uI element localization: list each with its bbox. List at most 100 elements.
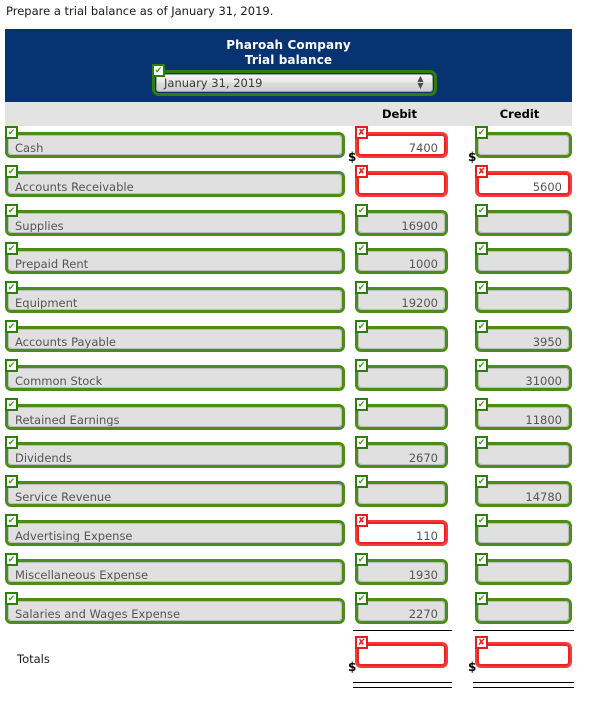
account-field-9-value[interactable]: Service Revenue bbox=[8, 484, 342, 505]
account-field-10-check-icon: ✔ bbox=[5, 513, 18, 527]
debit-field-0-value[interactable]: 7400 bbox=[357, 134, 446, 156]
credit-field-11[interactable]: ✔ bbox=[475, 552, 572, 585]
account-field-10-value[interactable]: Advertising Expense bbox=[8, 522, 342, 543]
credit-field-0[interactable]: ✔ bbox=[475, 126, 572, 158]
account-field-0-value[interactable]: Cash bbox=[8, 135, 342, 155]
debit-field-2[interactable]: ✔ 16900 bbox=[355, 203, 448, 236]
totals-credit-field-value[interactable] bbox=[477, 644, 570, 667]
totals-rule-bottom-debit bbox=[353, 682, 452, 689]
account-field-2-value[interactable]: Supplies bbox=[8, 212, 342, 233]
debit-field-0[interactable]: ✘ 7400 bbox=[355, 126, 448, 158]
account-field-1-check-icon: ✔ bbox=[5, 164, 18, 178]
credit-field-12-value[interactable] bbox=[478, 600, 569, 621]
totals-debit-field[interactable]: ✘ bbox=[355, 636, 448, 669]
debit-field-11-value[interactable]: 1930 bbox=[358, 561, 445, 582]
debit-field-9[interactable]: ✔ bbox=[355, 475, 448, 508]
credit-field-6[interactable]: ✔ 31000 bbox=[475, 358, 572, 391]
account-field-4[interactable]: ✔ Equipment bbox=[5, 281, 345, 314]
account-field-5-value[interactable]: Accounts Payable bbox=[8, 328, 342, 349]
debit-field-11[interactable]: ✔ 1930 bbox=[355, 552, 448, 585]
debit-field-6[interactable]: ✔ bbox=[355, 358, 448, 391]
totals-rule-bottom-credit bbox=[473, 682, 574, 689]
credit-field-9-value[interactable]: 14780 bbox=[478, 484, 569, 505]
credit-field-12[interactable]: ✔ bbox=[475, 591, 572, 624]
debit-field-10[interactable]: ✘ 110 bbox=[355, 513, 448, 546]
account-field-5[interactable]: ✔ Accounts Payable bbox=[5, 319, 345, 352]
credit-field-8-value[interactable] bbox=[478, 445, 569, 466]
statement-title: Trial balance bbox=[244, 53, 333, 67]
debit-field-12[interactable]: ✔ 2270 bbox=[355, 591, 448, 624]
table-row: ✔ Miscellaneous Expense ✔ 1930 ✔ bbox=[5, 552, 572, 592]
credit-field-8[interactable]: ✔ bbox=[475, 436, 572, 469]
account-field-12[interactable]: ✔ Salaries and Wages Expense bbox=[5, 591, 345, 624]
debit-field-8-value[interactable]: 2670 bbox=[358, 445, 445, 466]
account-field-8-value[interactable]: Dividends bbox=[8, 445, 342, 466]
debit-field-6-value[interactable] bbox=[358, 367, 445, 388]
credit-field-2-value[interactable] bbox=[478, 212, 569, 233]
account-field-12-value[interactable]: Salaries and Wages Expense bbox=[8, 600, 342, 621]
debit-field-1[interactable]: ✘ bbox=[355, 164, 448, 197]
credit-field-9[interactable]: ✔ 14780 bbox=[475, 475, 572, 508]
totals-debit-field-value[interactable] bbox=[357, 644, 446, 667]
debit-field-2-value[interactable]: 16900 bbox=[358, 212, 445, 233]
credit-field-0-value[interactable] bbox=[478, 135, 569, 155]
trial-balance-table: Pharoah Company Trial balance ✔ January … bbox=[5, 29, 574, 690]
debit-field-12-value[interactable]: 2270 bbox=[358, 600, 445, 621]
credit-field-10[interactable]: ✔ bbox=[475, 513, 572, 546]
credit-field-4-value[interactable] bbox=[478, 290, 569, 311]
debit-field-10-value[interactable]: 110 bbox=[357, 521, 446, 544]
debit-field-7[interactable]: ✔ bbox=[355, 397, 448, 430]
account-field-1-value[interactable]: Accounts Receivable bbox=[8, 173, 342, 194]
debit-field-4-value[interactable]: 19200 bbox=[358, 290, 445, 311]
account-field-8-check-icon: ✔ bbox=[5, 436, 18, 450]
account-field-7[interactable]: ✔ Retained Earnings bbox=[5, 397, 345, 430]
debit-field-4[interactable]: ✔ 19200 bbox=[355, 281, 448, 314]
account-field-8[interactable]: ✔ Dividends bbox=[5, 436, 345, 469]
credit-field-3-value[interactable] bbox=[478, 251, 569, 272]
debit-field-9-check-icon: ✔ bbox=[355, 475, 368, 489]
account-field-11[interactable]: ✔ Miscellaneous Expense bbox=[5, 552, 345, 585]
credit-field-1[interactable]: ✘ 5600 bbox=[475, 164, 572, 197]
account-field-0[interactable]: ✔ Cash bbox=[5, 126, 345, 158]
account-field-3-value[interactable]: Prepaid Rent bbox=[8, 251, 342, 272]
debit-field-3-value[interactable]: 1000 bbox=[358, 251, 445, 272]
credit-field-11-value[interactable] bbox=[478, 561, 569, 582]
account-field-7-value[interactable]: Retained Earnings bbox=[8, 406, 342, 427]
credit-field-10-value[interactable] bbox=[478, 522, 569, 543]
credit-field-4[interactable]: ✔ bbox=[475, 281, 572, 314]
debit-field-7-value[interactable] bbox=[358, 406, 445, 427]
account-field-2[interactable]: ✔ Supplies bbox=[5, 203, 345, 236]
account-field-1[interactable]: ✔ Accounts Receivable bbox=[5, 164, 345, 197]
credit-field-1-value[interactable]: 5600 bbox=[477, 172, 570, 195]
period-select[interactable]: January 31, 2019 bbox=[156, 74, 433, 92]
debit-field-8[interactable]: ✔ 2670 bbox=[355, 436, 448, 469]
credit-field-6-value[interactable]: 31000 bbox=[478, 367, 569, 388]
trial-balance-rows: ✔ Cash ✘ 7400 ✔ $ $ ✔ Accounts Receivable ✘ ✘ 5600 ✔… bbox=[5, 126, 572, 630]
company-title: Pharoah Company bbox=[226, 38, 351, 52]
credit-field-9-check-icon: ✔ bbox=[475, 475, 488, 489]
account-field-3[interactable]: ✔ Prepaid Rent bbox=[5, 242, 345, 275]
account-field-10[interactable]: ✔ Advertising Expense bbox=[5, 513, 345, 546]
credit-field-2[interactable]: ✔ bbox=[475, 203, 572, 236]
credit-field-3[interactable]: ✔ bbox=[475, 242, 572, 275]
credit-field-5-value[interactable]: 3950 bbox=[478, 328, 569, 349]
credit-field-5[interactable]: ✔ 3950 bbox=[475, 319, 572, 352]
debit-field-1-error-icon: ✘ bbox=[355, 164, 368, 178]
credit-field-7[interactable]: ✔ 11800 bbox=[475, 397, 572, 430]
debit-field-9-value[interactable] bbox=[358, 484, 445, 505]
credit-field-0-check-icon: ✔ bbox=[475, 126, 488, 139]
account-field-9[interactable]: ✔ Service Revenue bbox=[5, 475, 345, 508]
debit-field-5-value[interactable] bbox=[358, 328, 445, 349]
debit-field-7-check-icon: ✔ bbox=[355, 397, 368, 411]
credit-field-7-value[interactable]: 11800 bbox=[478, 406, 569, 427]
debit-field-1-value[interactable] bbox=[357, 172, 446, 195]
account-field-6-value[interactable]: Common Stock bbox=[8, 367, 342, 388]
debit-field-3[interactable]: ✔ 1000 bbox=[355, 242, 448, 275]
totals-credit-field[interactable]: ✘ bbox=[475, 636, 572, 669]
account-field-6[interactable]: ✔ Common Stock bbox=[5, 358, 345, 391]
account-field-4-value[interactable]: Equipment bbox=[8, 290, 342, 311]
debit-field-5[interactable]: ✔ bbox=[355, 319, 448, 352]
account-field-11-value[interactable]: Miscellaneous Expense bbox=[8, 561, 342, 582]
debit-field-11-check-icon: ✔ bbox=[355, 552, 368, 566]
totals-dollar-sign-credit: $ bbox=[468, 660, 477, 675]
